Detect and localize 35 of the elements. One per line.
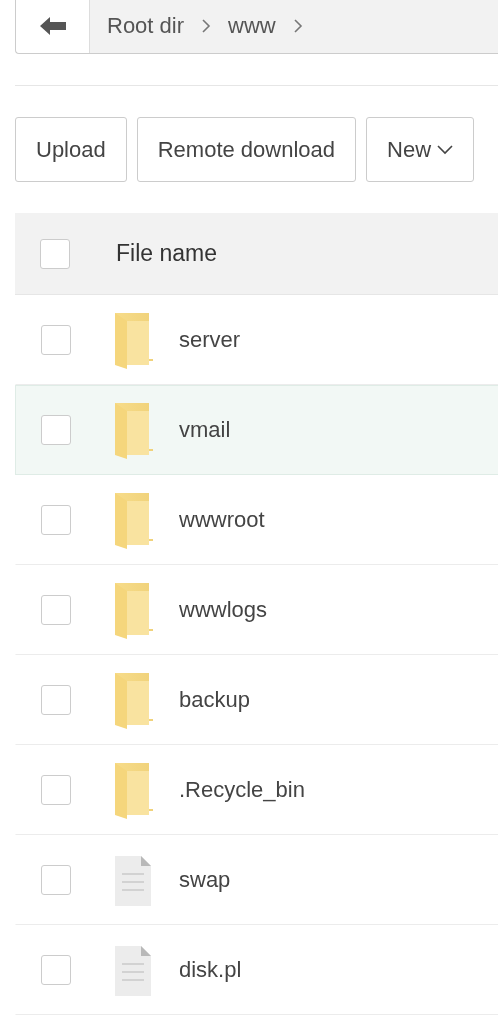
- file-name: backup: [179, 687, 250, 713]
- file-name: vmail: [179, 417, 231, 443]
- breadcrumb-link[interactable]: www: [228, 13, 276, 39]
- back-button[interactable]: [16, 0, 90, 53]
- folder-icon: [113, 760, 153, 820]
- caret-icon: [437, 144, 454, 155]
- folder-icon: [113, 400, 153, 460]
- select-all-checkbox[interactable]: [40, 238, 70, 269]
- row-checkbox[interactable]: [41, 775, 71, 805]
- dropdown-button[interactable]: New: [366, 117, 475, 182]
- breadcrumb-link[interactable]: Root dir: [107, 13, 185, 39]
- folder-icon: [113, 310, 153, 370]
- row-checkbox[interactable]: [41, 955, 71, 985]
- column-header: File name: [116, 240, 217, 267]
- folder-icon: [113, 670, 153, 730]
- toolbar-button[interactable]: Remote download: [136, 117, 357, 182]
- row-checkbox[interactable]: [41, 505, 71, 535]
- chevron-right-icon: [201, 18, 212, 34]
- row-checkbox[interactable]: [41, 415, 71, 445]
- row-checkbox[interactable]: [41, 595, 71, 625]
- file-name: swap: [179, 867, 231, 893]
- file-name: wwwroot: [179, 507, 265, 533]
- file-name: disk.pl: [179, 957, 242, 983]
- row-checkbox[interactable]: [41, 685, 71, 715]
- row-checkbox[interactable]: [41, 325, 71, 355]
- file-row[interactable]: vmail: [15, 385, 498, 475]
- chevron-right-icon: [292, 18, 303, 34]
- file-name: .Recycle_bin: [179, 777, 305, 803]
- toolbar-button[interactable]: Upload: [15, 117, 127, 182]
- folder-icon: [113, 490, 153, 550]
- row-checkbox[interactable]: [41, 865, 71, 895]
- file-name: server: [179, 327, 241, 353]
- folder-icon: [113, 580, 153, 640]
- file-name: wwwlogs: [179, 597, 268, 623]
- back-arrow-icon: [39, 17, 66, 35]
